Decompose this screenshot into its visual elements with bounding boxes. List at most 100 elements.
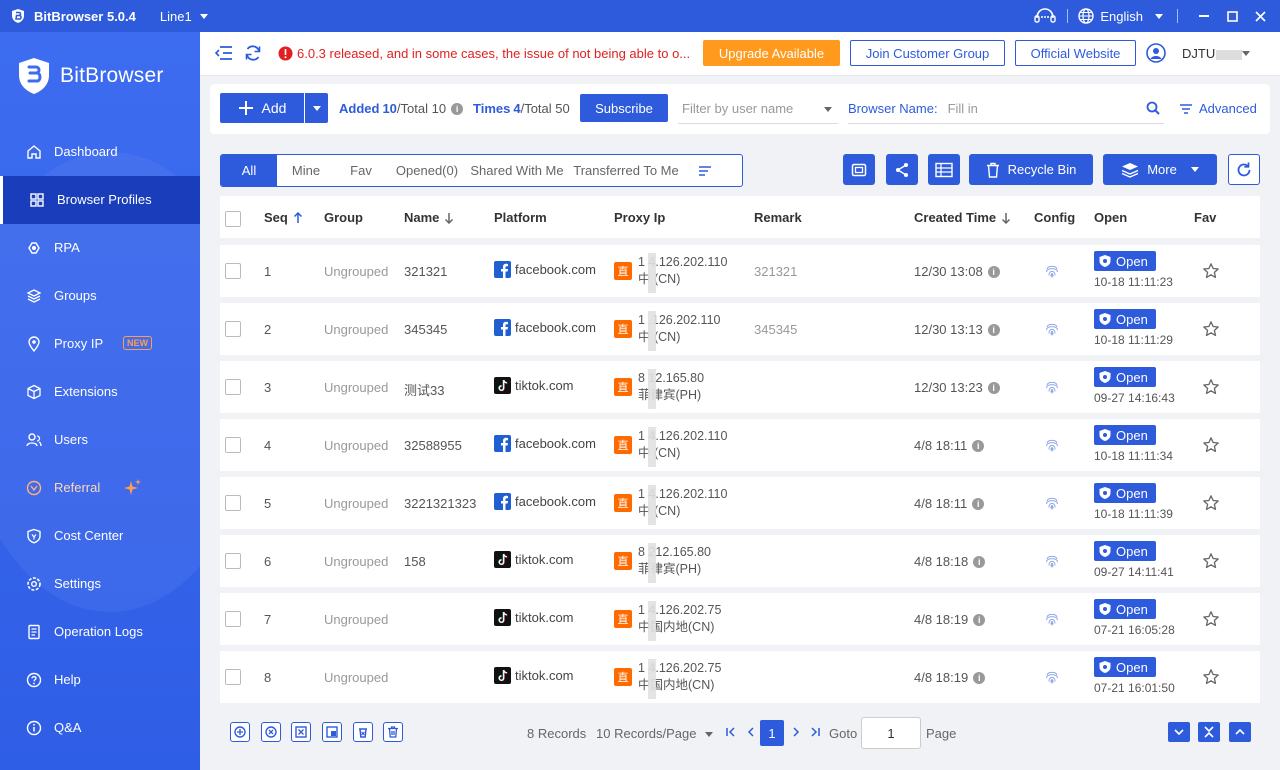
collapse-down-button[interactable] <box>1168 722 1190 742</box>
sidebar-item-dashboard[interactable]: Dashboard <box>0 128 200 176</box>
last-page-icon[interactable] <box>810 727 820 737</box>
sidebar-item-operation-logs[interactable]: Operation Logs <box>0 608 200 656</box>
open-button[interactable]: Open <box>1094 425 1156 445</box>
open-button[interactable]: Open <box>1094 251 1156 271</box>
open-button[interactable]: Open <box>1094 309 1156 329</box>
chevron-down-icon[interactable] <box>1242 51 1250 56</box>
select-all-checkbox[interactable] <box>225 211 241 227</box>
fingerprint-icon[interactable] <box>1044 321 1060 337</box>
open-button[interactable]: Open <box>1094 367 1156 387</box>
table-row[interactable]: 2 Ungrouped 345345 facebook.com 直 1 .126.202.… <box>220 303 1260 355</box>
star-icon[interactable] <box>1202 262 1220 280</box>
tab-opened[interactable]: Opened(0) <box>387 155 467 186</box>
avatar[interactable] <box>1146 43 1166 63</box>
fingerprint-icon[interactable] <box>1044 553 1060 569</box>
sidebar-item-groups[interactable]: Groups <box>0 272 200 320</box>
open-button[interactable]: Open <box>1094 483 1156 503</box>
info-icon[interactable]: i <box>451 102 464 115</box>
row-checkbox[interactable] <box>225 553 241 569</box>
more-button[interactable]: More <box>1103 154 1217 185</box>
chevron-down-icon[interactable] <box>705 732 713 737</box>
tab-transferred-to-me[interactable]: Transferred To Me <box>567 155 685 186</box>
batch-clear-cache-button[interactable] <box>353 722 373 742</box>
open-button[interactable]: Open <box>1094 657 1156 677</box>
star-icon[interactable] <box>1202 610 1220 628</box>
tab-fav[interactable]: Fav <box>335 155 387 186</box>
user-name[interactable]: DJTU <box>1182 46 1243 61</box>
fingerprint-icon[interactable] <box>1044 437 1060 453</box>
sidebar-item-help[interactable]: Help <box>0 656 200 704</box>
headset-icon[interactable] <box>1033 7 1057 25</box>
scroll-top-button[interactable] <box>1229 722 1251 742</box>
column-settings-button[interactable] <box>928 154 960 185</box>
row-checkbox[interactable] <box>225 611 241 627</box>
recycle-bin-button[interactable]: Recycle Bin <box>969 154 1093 185</box>
refresh-icon[interactable] <box>244 44 264 64</box>
star-icon[interactable] <box>1202 668 1220 686</box>
add-dropdown-button[interactable] <box>305 93 328 123</box>
user-filter-select[interactable]: Filter by user name <box>678 94 838 124</box>
row-checkbox[interactable] <box>225 495 241 511</box>
row-checkbox[interactable] <box>225 379 241 395</box>
star-icon[interactable] <box>1202 320 1220 338</box>
info-icon[interactable]: i <box>987 323 1000 336</box>
batch-close-button[interactable] <box>261 722 281 742</box>
globe-icon[interactable] <box>1078 8 1095 24</box>
collapse-menu-icon[interactable] <box>214 44 234 64</box>
open-button[interactable]: Open <box>1094 541 1156 561</box>
star-icon[interactable] <box>1202 436 1220 454</box>
sidebar-item-rpa[interactable]: RPA <box>0 224 200 272</box>
table-row[interactable]: 6 Ungrouped 158 tiktok.com 直 8 212.165.80 菲律宾(… <box>220 535 1260 587</box>
join-customer-group-button[interactable]: Join Customer Group <box>850 40 1005 66</box>
info-icon[interactable]: i <box>972 439 985 452</box>
search-icon[interactable] <box>1146 101 1160 115</box>
info-icon[interactable]: i <box>987 381 1000 394</box>
upgrade-button[interactable]: Upgrade Available <box>703 40 840 66</box>
current-page[interactable]: 1 <box>760 720 784 746</box>
table-row[interactable]: 7 Ungrouped tiktok.com 直 1 4.126.202.75 中国内地(… <box>220 593 1260 645</box>
table-row[interactable]: 1 Ungrouped 321321 facebook.com 直 1 4.126.202… <box>220 245 1260 297</box>
info-icon[interactable]: i <box>973 555 986 568</box>
next-page-icon[interactable] <box>792 727 800 737</box>
star-icon[interactable] <box>1202 494 1220 512</box>
tab-mine[interactable]: Mine <box>277 155 335 186</box>
first-page-icon[interactable] <box>726 727 736 737</box>
sort-menu-icon[interactable] <box>685 155 725 186</box>
table-row[interactable]: 8 Ungrouped tiktok.com 直 1 4.126.202.75 中国内地(… <box>220 651 1260 703</box>
sidebar-item-referral[interactable]: Referral <box>0 464 200 512</box>
chevron-down-icon[interactable] <box>199 13 208 19</box>
language-selector[interactable]: English <box>1100 9 1143 24</box>
batch-close-window-button[interactable] <box>291 722 311 742</box>
browser-name-search[interactable]: Browser Name: Fill in <box>848 94 1164 124</box>
sidebar-item-cost-center[interactable]: Cost Center <box>0 512 200 560</box>
sidebar-item-browser-profiles[interactable]: Browser Profiles <box>0 176 200 224</box>
info-icon[interactable]: i <box>987 265 1000 278</box>
column-name[interactable]: Name <box>404 210 454 225</box>
batch-open-button[interactable] <box>230 722 250 742</box>
table-row[interactable]: 4 Ungrouped 32588955 facebook.com 直 1 4.126.2… <box>220 419 1260 471</box>
page-size-select[interactable]: 10 Records/Page <box>596 726 696 741</box>
sidebar-item-proxy-ip[interactable]: Proxy IP NEW <box>0 320 200 368</box>
fingerprint-icon[interactable] <box>1044 263 1060 279</box>
row-checkbox[interactable] <box>225 669 241 685</box>
open-button[interactable]: Open <box>1094 599 1156 619</box>
sidebar-item-extensions[interactable]: Extensions <box>0 368 200 416</box>
sidebar-item-qa[interactable]: Q&A <box>0 704 200 752</box>
close-icon[interactable] <box>1248 4 1272 28</box>
expand-collapse-button[interactable] <box>1198 722 1220 742</box>
fingerprint-icon[interactable] <box>1044 669 1060 685</box>
batch-window-arrange-button[interactable] <box>322 722 342 742</box>
star-icon[interactable] <box>1202 552 1220 570</box>
info-icon[interactable]: i <box>973 613 986 626</box>
line-selector[interactable]: Line1 <box>160 9 192 24</box>
fingerprint-icon[interactable] <box>1044 495 1060 511</box>
add-button[interactable]: Add <box>220 93 304 123</box>
goto-page-input[interactable]: 1 <box>861 717 921 749</box>
tab-all[interactable]: All <box>221 155 277 186</box>
fingerprint-icon[interactable] <box>1044 611 1060 627</box>
release-notice[interactable]: 6.0.3 released, and in some cases, the i… <box>278 46 690 61</box>
column-created-time[interactable]: Created Time <box>914 210 1011 225</box>
refresh-list-button[interactable] <box>1228 154 1260 185</box>
sidebar-item-users[interactable]: Users <box>0 416 200 464</box>
table-row[interactable]: 3 Ungrouped 测试33 tiktok.com 直 8 12.165.80 菲律宾(… <box>220 361 1260 413</box>
